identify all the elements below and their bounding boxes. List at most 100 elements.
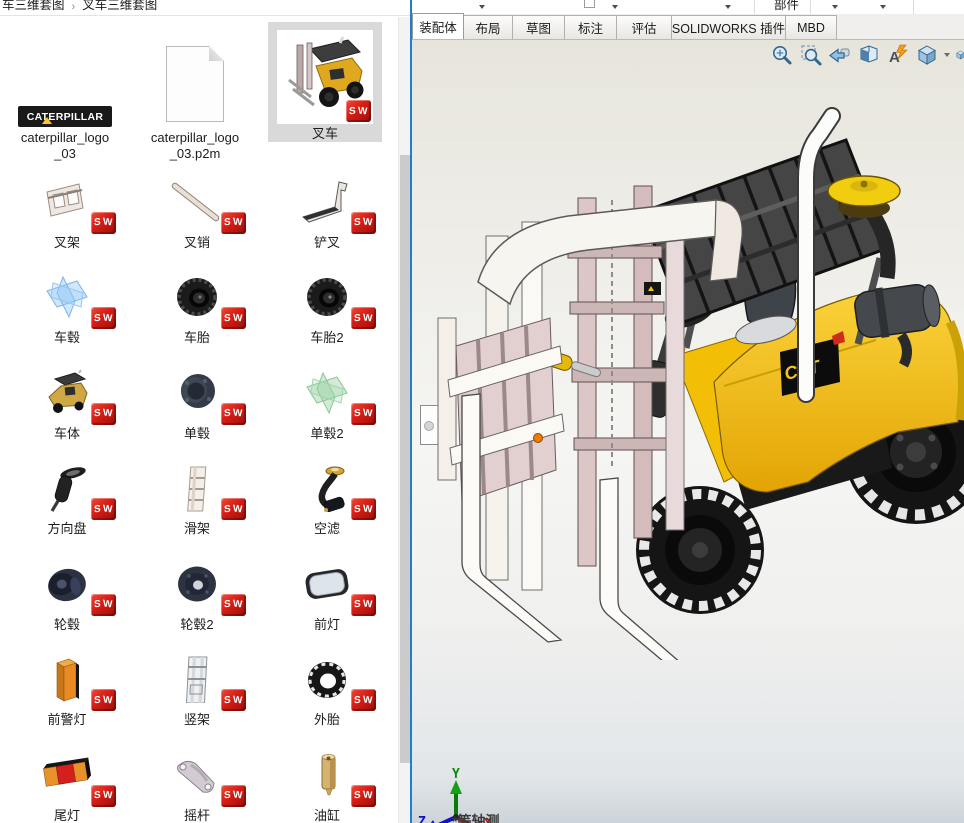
section-view-icon[interactable] — [857, 43, 881, 67]
part-item-headlight[interactable]: SW 前灯 — [262, 542, 392, 638]
tab-solidworks-addins[interactable]: SOLIDWORKS 插件 — [671, 15, 786, 39]
breadcrumb-current[interactable]: 叉车三维套图 — [82, 0, 157, 13]
cat-triangle-icon — [42, 117, 52, 124]
wheel-rim-thumbnail — [39, 560, 95, 608]
file-item-forklift-assembly-selected[interactable]: SW 叉车 — [268, 22, 382, 142]
part-item-outer-tire[interactable]: SW 外胎 — [262, 638, 392, 734]
view-orientation-dropdown-icon[interactable] — [944, 53, 950, 57]
previous-view-icon[interactable] — [828, 43, 852, 67]
part-item-carriage[interactable]: SW 滑架 — [132, 447, 262, 543]
part-item-wheel-rim-2[interactable]: SW 轮毂2 — [132, 542, 262, 638]
part-label: 摇杆 — [184, 805, 210, 823]
solidworks-badge-icon: SW — [91, 212, 116, 234]
vehicle-body-thumbnail — [39, 369, 95, 417]
part-label: 轮毂2 — [180, 614, 213, 633]
part-item-wheel-hub-planes[interactable]: SW 车毂 — [2, 256, 132, 352]
air-filter-thumbnail — [299, 464, 355, 512]
component-button-label[interactable]: 部件 — [774, 0, 799, 13]
dropdown-arrow-icon[interactable] — [479, 5, 485, 9]
dropdown-arrow-icon[interactable] — [880, 5, 886, 9]
part-item-single-hub[interactable]: SW 单毂 — [132, 351, 262, 447]
zoom-to-area-icon[interactable] — [799, 43, 823, 67]
part-item-vehicle-body[interactable]: SW 车体 — [2, 351, 132, 447]
breadcrumb: 车三维套图 › 叉车三维套图 — [0, 0, 410, 16]
part-item-oil-cylinder[interactable]: SW 油缸 — [262, 733, 392, 823]
part-item-fork-blade[interactable]: SW 铲叉 — [262, 160, 392, 256]
hide-show-annotations-icon[interactable]: A — [886, 43, 910, 67]
headlight-thumbnail — [299, 560, 355, 608]
solidworks-badge-icon: SW — [351, 594, 376, 616]
ribbon-separator — [913, 0, 914, 14]
dropdown-arrow-icon[interactable] — [725, 5, 731, 9]
part-label: 单毂2 — [310, 423, 343, 442]
graphics-viewport[interactable]: A — [412, 40, 964, 823]
dropdown-arrow-icon[interactable] — [832, 5, 838, 9]
tab-mbd[interactable]: MBD — [785, 15, 837, 39]
tab-sketch[interactable]: 草图 — [512, 15, 565, 39]
forklift-thumbnail: SW — [277, 30, 373, 124]
tab-evaluate[interactable]: 评估 — [616, 15, 672, 39]
ribbon-button-icon[interactable] — [584, 0, 595, 8]
part-item-fork-pin[interactable]: SW 叉销 — [132, 160, 262, 256]
forklift-model: CAT — [428, 50, 964, 660]
part-label: 车体 — [54, 423, 80, 442]
solidworks-badge-icon: SW — [351, 498, 376, 520]
view-orientation-icon[interactable] — [915, 43, 939, 67]
display-style-icon[interactable] — [955, 43, 964, 67]
part-item-fork-frame[interactable]: SW 叉架 — [2, 160, 132, 256]
part-item-tail-light[interactable]: SW 尾灯 — [2, 733, 132, 823]
part-label: 前灯 — [314, 614, 340, 633]
solidworks-badge-icon: SW — [351, 212, 376, 234]
file-item-p2m[interactable]: caterpillar_logo _03.p2m — [134, 22, 256, 162]
part-label: 车毂 — [54, 327, 80, 346]
wheel-rim-thumbnail — [169, 560, 225, 608]
part-label: 叉销 — [184, 232, 210, 251]
hub-thumbnail — [169, 369, 225, 417]
steering-wheel-thumbnail — [39, 464, 95, 512]
svg-text:Z: Z — [418, 815, 426, 823]
solidworks-badge-icon: SW — [91, 594, 116, 616]
part-item-tire-2[interactable]: SW 车胎2 — [262, 256, 392, 352]
solidworks-badge-icon: SW — [221, 689, 246, 711]
fork-frame-thumbnail — [39, 178, 95, 226]
zoom-to-fit-icon[interactable] — [770, 43, 794, 67]
outer-tire-thumbnail — [299, 655, 355, 703]
explorer-scrollbar — [398, 17, 410, 823]
tab-assembly[interactable]: 装配体 — [412, 13, 464, 39]
file-label: caterpillar_logo — [151, 130, 239, 146]
orientation-triad: Y X Z — [416, 732, 496, 823]
warning-light-thumbnail — [39, 655, 95, 703]
solidworks-badge-icon: SW — [351, 689, 376, 711]
part-item-tire[interactable]: SW 车胎 — [132, 256, 262, 352]
part-item-steering-wheel[interactable]: SW 方向盘 — [2, 447, 132, 543]
tab-annotate[interactable]: 标注 — [564, 15, 617, 39]
solidworks-badge-icon: SW — [351, 785, 376, 807]
caterpillar-logo-image: CATERPILLAR — [18, 106, 112, 127]
reference-planes-green-thumbnail — [299, 369, 355, 417]
part-item-single-hub-planes[interactable]: SW 单毂2 — [262, 351, 392, 447]
file-explorer-panel: 车三维套图 › 叉车三维套图 CATERPILLAR caterpillar_l… — [0, 0, 410, 823]
ribbon-partial-row: 部件 — [412, 0, 964, 14]
app-window: 车三维套图 › 叉车三维套图 CATERPILLAR caterpillar_l… — [0, 0, 964, 823]
part-item-air-filter[interactable]: SW 空滤 — [262, 447, 392, 543]
load-backrest — [438, 318, 564, 502]
dropdown-arrow-icon[interactable] — [612, 5, 618, 9]
part-item-warning-light[interactable]: SW 前警灯 — [2, 638, 132, 734]
part-item-rocker-arm[interactable]: SW 摇杆 — [132, 733, 262, 823]
part-label: 叉架 — [54, 232, 80, 251]
solidworks-badge-icon: SW — [351, 307, 376, 329]
solidworks-badge-icon: SW — [91, 403, 116, 425]
solidworks-badge-icon: SW — [346, 100, 371, 122]
part-label: 方向盘 — [47, 518, 86, 537]
part-item-wheel-rim[interactable]: SW 轮毂 — [2, 542, 132, 638]
svg-text:Y: Y — [452, 767, 460, 782]
part-item-upright-frame[interactable]: SW 竖架 — [132, 638, 262, 734]
explorer-scrollbar-thumb[interactable] — [400, 155, 410, 763]
tire-thumbnail — [299, 273, 355, 321]
file-label: caterpillar_logo — [21, 130, 109, 146]
file-item-caterpillar-logo[interactable]: CATERPILLAR caterpillar_logo _03 — [4, 22, 126, 162]
tab-layout[interactable]: 布局 — [463, 15, 513, 39]
part-label: 轮毂 — [54, 614, 80, 633]
solidworks-badge-icon: SW — [91, 785, 116, 807]
breadcrumb-parent[interactable]: 车三维套图 — [2, 0, 65, 13]
